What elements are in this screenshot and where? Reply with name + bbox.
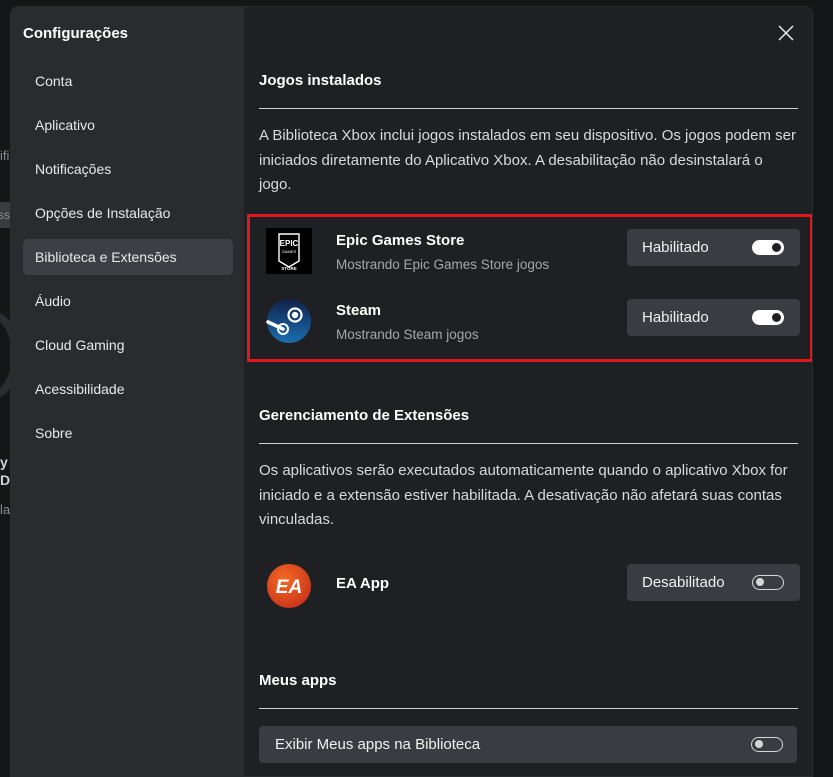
extensions-title: Gerenciamento de Extensões xyxy=(259,407,470,424)
ea-logo: EA xyxy=(266,563,312,609)
nav-item-label: Notificações xyxy=(35,161,112,177)
background-text: ifi xyxy=(0,148,10,163)
settings-dialog: Configurações Conta Aplicativo Notificaç… xyxy=(10,6,813,777)
nav-item-label: Cloud Gaming xyxy=(35,337,125,353)
nav-item-notificacoes[interactable]: Notificações xyxy=(23,151,233,187)
toggle-label: Desabilitado xyxy=(642,574,725,591)
my-apps-title: Meus apps xyxy=(259,672,337,689)
nav-item-conta[interactable]: Conta xyxy=(23,63,233,99)
settings-title: Configurações xyxy=(23,25,129,42)
toggle-switch-off[interactable] xyxy=(751,737,783,752)
integration-name: Epic Games Store xyxy=(336,232,465,249)
epic-logo-text: GAMES xyxy=(282,249,297,254)
close-icon xyxy=(778,25,794,41)
steam-logo xyxy=(266,298,312,344)
section-divider xyxy=(259,108,798,109)
toggle-switch-on[interactable] xyxy=(752,240,784,255)
toggle-label: Habilitado xyxy=(642,309,709,326)
nav-item-aplicativo[interactable]: Aplicativo xyxy=(23,107,233,143)
toggle-switch-off[interactable] xyxy=(752,575,784,590)
steam-toggle-button[interactable]: Habilitado xyxy=(627,299,800,336)
nav-item-label: Acessibilidade xyxy=(35,381,125,397)
installed-games-description: A Biblioteca Xbox inclui jogos instalado… xyxy=(259,127,796,193)
ea-logo-text: EA xyxy=(276,577,302,598)
background-text: ss xyxy=(0,208,10,222)
toggle-label: Habilitado xyxy=(642,239,709,256)
settings-content: Jogos instalados A Biblioteca Xbox inclu… xyxy=(244,7,812,776)
integration-subtitle: Mostrando Epic Games Store jogos xyxy=(336,257,550,272)
settings-nav: Conta Aplicativo Notificações Opções de … xyxy=(23,63,233,459)
close-button[interactable] xyxy=(776,23,796,43)
nav-item-label: Áudio xyxy=(35,293,71,309)
settings-sidebar: Configurações Conta Aplicativo Notificaç… xyxy=(11,7,244,776)
epic-logo-text: STORE xyxy=(281,266,296,271)
integration-subtitle: Mostrando Steam jogos xyxy=(336,327,479,342)
ea-toggle-button[interactable]: Desabilitado xyxy=(627,564,800,601)
background-text: la xyxy=(0,502,11,517)
nav-item-label: Aplicativo xyxy=(35,117,95,133)
nav-item-biblioteca-extensoes[interactable]: Biblioteca e Extensões xyxy=(23,239,233,275)
nav-item-label: Conta xyxy=(35,73,73,89)
extensions-description: Os aplicativos serão executados automati… xyxy=(259,462,788,528)
toggle-label: Exibir Meus apps na Biblioteca xyxy=(275,736,481,753)
nav-item-audio[interactable]: Áudio xyxy=(23,283,233,319)
nav-item-cloud-gaming[interactable]: Cloud Gaming xyxy=(23,327,233,363)
epic-games-logo: EPIC GAMES STORE xyxy=(266,228,312,274)
nav-item-sobre[interactable]: Sobre xyxy=(23,415,233,451)
epic-toggle-button[interactable]: Habilitado xyxy=(627,229,800,266)
toggle-switch-on[interactable] xyxy=(752,310,784,325)
nav-item-opcoes-instalacao[interactable]: Opções de Instalação xyxy=(23,195,233,231)
extension-name: EA App xyxy=(336,575,390,592)
epic-logo-text: EPIC xyxy=(280,239,299,248)
installed-games-title: Jogos instalados xyxy=(259,72,382,89)
nav-item-acessibilidade[interactable]: Acessibilidade xyxy=(23,371,233,407)
show-my-apps-toggle-row[interactable]: Exibir Meus apps na Biblioteca xyxy=(259,726,797,763)
nav-item-label: Opções de Instalação xyxy=(35,205,171,221)
section-divider xyxy=(259,708,798,709)
section-divider xyxy=(259,443,798,444)
integration-name: Steam xyxy=(336,302,382,319)
nav-item-label: Biblioteca e Extensões xyxy=(35,249,177,265)
nav-item-label: Sobre xyxy=(35,425,73,441)
